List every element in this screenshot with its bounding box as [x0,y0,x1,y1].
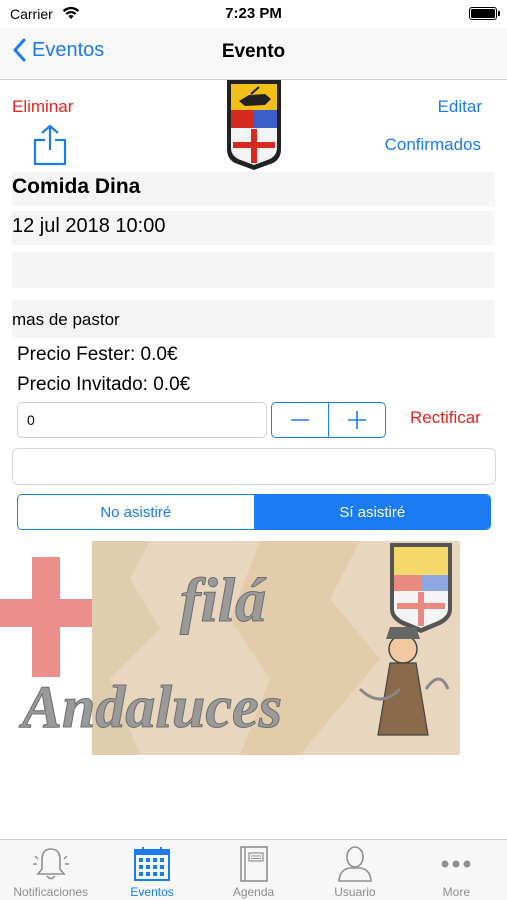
price-guest: Precio Invitado: 0.0€ [17,374,191,395]
tab-label-usuario: Usuario [334,885,376,899]
attendance-segmented-control: No asistiré Sí asistiré [17,494,491,530]
banner-shield-icon [390,543,452,633]
event-description: mas de pastor [12,310,120,329]
battery-icon [469,7,500,20]
status-time: 7:23 PM [225,5,282,22]
price-fester: Precio Fester: 0.0€ [17,344,178,365]
event-date: 12 jul 2018 10:00 [12,215,166,237]
confirmed-button[interactable]: Confirmados [385,135,481,155]
calendar-icon [134,847,171,881]
increment-button[interactable] [328,403,385,437]
comment-input[interactable] [12,448,496,485]
banner-line1: filá [180,567,267,635]
rectify-button[interactable]: Rectificar [410,408,481,428]
notebook-icon [239,846,268,882]
delete-button[interactable]: Eliminar [12,97,73,117]
bell-icon [32,848,69,880]
share-icon[interactable] [32,124,68,166]
segment-not-attending[interactable]: No asistiré [18,495,254,529]
navigation-bar: Eventos Evento [0,28,507,80]
plus-icon [348,411,366,429]
tab-eventos[interactable]: Eventos [101,840,202,900]
tab-usuario[interactable]: Usuario [304,840,405,900]
tab-label-agenda: Agenda [232,885,275,899]
edit-button[interactable]: Editar [438,97,482,117]
more-icon [441,860,471,868]
tab-label-notificaciones: Notificaciones [13,885,89,899]
banner-line2: Andaluces [18,674,282,740]
shield-logo [227,80,281,170]
status-bar: Carrier 7:23 PM [0,0,507,28]
tab-label-eventos: Eventos [130,885,174,899]
page-title: Evento [221,41,286,62]
tab-label-more: More [442,885,470,899]
minus-icon [291,419,309,421]
guests-stepper [271,402,386,438]
tab-bar: Notificaciones Eventos Agenda Usuario Mo… [0,839,507,900]
guests-quantity-input[interactable] [17,402,267,438]
location-field [12,252,495,288]
decrement-button[interactable] [272,403,328,437]
event-title: Comida Dina [12,175,141,198]
fila-andaluces-banner: filá Andaluces [0,541,460,755]
segment-attending[interactable]: Sí asistiré [253,495,490,529]
tab-agenda[interactable]: Agenda [203,840,304,900]
user-icon [338,846,372,882]
tab-notificaciones[interactable]: Notificaciones [0,840,101,900]
tab-more[interactable]: More [406,840,507,900]
